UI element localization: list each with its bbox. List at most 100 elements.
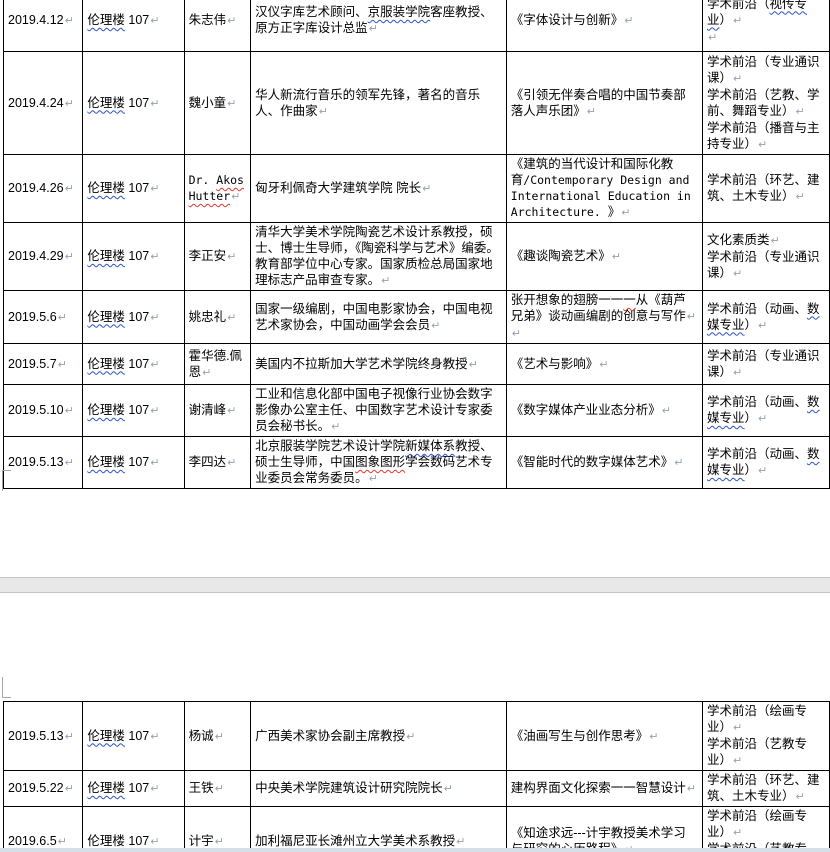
paragraph-mark-icon: ↵ xyxy=(150,250,159,263)
cell-name[interactable]: 王铁↵ xyxy=(184,771,251,807)
cell-description[interactable]: 中央美术学院建筑设计研究院院长↵ xyxy=(251,771,507,807)
cell-description[interactable]: 广西美术家协会副主席教授↵ xyxy=(251,702,507,771)
cell-description[interactable]: 汉仪字库艺术顾问、京服装学院客座教授、原方正字库设计总监↵ xyxy=(251,0,507,52)
cell-description[interactable]: 国家一级编剧，中国电影家协会，中国电视艺术家协会，中国动画学会会员↵ xyxy=(251,291,507,344)
cell-categories[interactable]: 学术前沿（绘画专业）↵学术前沿（艺教专业）↵ xyxy=(703,807,830,852)
paragraph-mark-icon: ↵ xyxy=(150,782,159,795)
cell-location[interactable]: 伦理楼 107↵ xyxy=(83,385,184,437)
cell-name[interactable]: 朱志伟↵ xyxy=(184,0,251,52)
paragraph: 学术前沿（视传专业）↵ xyxy=(707,0,825,29)
cell-name[interactable]: 谢清峰↵ xyxy=(184,385,251,437)
cell-location[interactable]: 伦理楼 107↵ xyxy=(83,52,184,155)
paragraph: 学术前沿（绘画专业）↵ xyxy=(707,808,825,841)
cell-title[interactable]: 《智能时代的数字媒体艺术》↵ xyxy=(506,437,702,489)
window-bottom-edge xyxy=(0,848,830,852)
cell-description[interactable]: 工业和信息化部中国电子视像行业协会数字影像办公室主任、中国数字艺术设计专家委员会… xyxy=(251,385,507,437)
cell-name[interactable]: 霍华德.佩恩↵ xyxy=(184,344,251,385)
paragraph-mark-icon: ↵ xyxy=(331,420,340,433)
table-row: 2019.4.24↵ 伦理楼 107↵魏小童↵华人新流行音乐的领军先锋，著名的音乐… xyxy=(4,52,830,155)
paragraph-mark-icon: ↵ xyxy=(215,730,224,743)
cell-title[interactable]: 建构界面文化探索一一智慧设计↵ xyxy=(506,771,702,807)
cell-categories[interactable]: 学术前沿（视传专业）↵↵ xyxy=(703,0,830,52)
cell-categories[interactable]: 学术前沿（专业通识课）↵ xyxy=(703,344,830,385)
cell-location[interactable]: 伦理楼 107↵ xyxy=(83,771,184,807)
cell-location[interactable]: 伦理楼 107↵ xyxy=(83,0,184,52)
cell-categories[interactable]: 文化素质类↵学术前沿（专业通识课）↵ xyxy=(703,223,830,291)
cell-categories[interactable]: 学术前沿（环艺、建筑、土木专业）↵ xyxy=(703,155,830,223)
cell-location[interactable]: 伦理楼 107↵ xyxy=(83,702,184,771)
cell-title[interactable]: 《引领无伴奏合唱的中国节奏部落人声乐团》↵ xyxy=(506,52,702,155)
text-run: ） xyxy=(720,13,733,27)
text-run: Akos xyxy=(216,173,244,187)
cell-name[interactable]: 李四达↵ xyxy=(184,437,251,489)
cell-categories[interactable]: 学术前沿（环艺、建筑、土木专业）↵ xyxy=(703,771,830,807)
cell-location[interactable]: 伦理楼 107↵ xyxy=(83,223,184,291)
paragraph-mark-icon: ↵ xyxy=(369,22,378,35)
text-run: 朱志伟 xyxy=(189,13,227,27)
cell-date[interactable]: 2019.5.6↵ xyxy=(4,291,83,344)
cell-name[interactable]: 杨诚↵ xyxy=(184,702,251,771)
cell-categories[interactable]: 学术前沿（绘画专业）↵学术前沿（艺教专业）↵ xyxy=(703,702,830,771)
paragraph: 美国内不拉斯加大学艺术学院终身教授↵ xyxy=(255,356,502,373)
text-run: 2019.5.13 xyxy=(8,729,64,743)
cell-description[interactable]: 美国内不拉斯加大学艺术学院终身教授↵ xyxy=(251,344,507,385)
cell-name[interactable]: 魏小童↵ xyxy=(184,52,251,155)
cell-name[interactable]: Dr. Akos Hutter↵ xyxy=(184,155,251,223)
cell-title[interactable]: 《数字媒体产业业态分析》↵ xyxy=(506,385,702,437)
cell-name[interactable]: 计宇↵ xyxy=(184,807,251,852)
table-row: 2019.4.26↵伦理楼 107↵Dr. Akos Hutter↵匈牙利佩奇大… xyxy=(4,155,830,223)
cell-location[interactable]: 伦理楼 107↵ xyxy=(83,291,184,344)
cell-location[interactable]: 伦理楼 107↵ xyxy=(83,437,184,489)
cell-date[interactable]: 2019.5.13↵ xyxy=(4,437,83,489)
text-run: ） xyxy=(745,463,758,477)
page-2: 2019.5.13↵伦理楼 107↵杨诚↵广西美术家协会副主席教授↵《油画写生与… xyxy=(3,701,830,852)
paragraph: 清华大学美术学院陶瓷艺术设计系教授，硕士、博士生导师，《陶瓷科学与艺术》编委。教… xyxy=(255,224,502,289)
cell-title[interactable]: 《趣谈陶瓷艺术》↵ xyxy=(506,223,702,291)
text-run: 2019.4.26 xyxy=(8,181,64,195)
text-run: 伦理楼 xyxy=(87,181,125,195)
cell-name[interactable]: 姚忠礼↵ xyxy=(184,291,251,344)
cell-description[interactable]: 清华大学美术学院陶瓷艺术设计系教授，硕士、博士生导师，《陶瓷科学与艺术》编委。教… xyxy=(251,223,507,291)
cell-date[interactable]: 2019.5.22↵ xyxy=(4,771,83,807)
paragraph-mark-icon: ↵ xyxy=(65,730,74,743)
cell-description[interactable]: 北京服装学院艺术设计学院新媒体系教授、硕士生导师，中国图象图形学会数码艺术专业委… xyxy=(251,437,507,489)
cell-date[interactable]: 2019.5.13↵ xyxy=(4,702,83,771)
cell-title[interactable]: 《艺术与影响》↵ xyxy=(506,344,702,385)
table-row: 2019.5.6↵ 伦理楼 107↵姚忠礼↵国家一级编剧，中国电影家协会，中国电视… xyxy=(4,291,830,344)
cell-date[interactable]: 2019.5.10↵ xyxy=(4,385,83,437)
paragraph: 华人新流行音乐的领军先锋，著名的音乐人、作曲家↵ xyxy=(255,87,502,120)
cell-date[interactable]: 2019.5.7↵ xyxy=(4,344,83,385)
table-row: 2019.5.13↵伦理楼 107↵杨诚↵广西美术家协会副主席教授↵《油画写生与… xyxy=(4,702,830,771)
cell-location[interactable]: 伦理楼 107↵ xyxy=(83,807,184,852)
cell-title[interactable]: 《油画写生与创作思考》↵ xyxy=(506,702,702,771)
cell-categories[interactable]: 学术前沿（动画、数媒专业）↵ xyxy=(703,385,830,437)
cell-title[interactable]: 《知途求远---计宇教授美术学习与研究的心历路程》↵ xyxy=(506,807,702,852)
cell-title[interactable]: 张开想象的翅膀一一一从《葫芦兄弟》谈动画编剧的创意与写作↵↵ xyxy=(506,291,702,344)
cell-name[interactable]: 李正安↵ xyxy=(184,223,251,291)
paragraph: 2019.5.6↵ xyxy=(8,309,78,326)
cell-categories[interactable]: 学术前沿（动画、数媒专业）↵ xyxy=(703,437,830,489)
cell-description[interactable]: 华人新流行音乐的领军先锋，著名的音乐人、作曲家↵ xyxy=(251,52,507,155)
paragraph: 2019.6.5↵ xyxy=(8,833,78,850)
cell-date[interactable]: 2019.4.12↵ xyxy=(4,0,83,52)
cell-description[interactable]: 匈牙利佩奇大学建筑学院 院长↵ xyxy=(251,155,507,223)
cell-location[interactable]: 伦理楼 107↵ xyxy=(83,344,184,385)
cell-date[interactable]: 2019.4.29↵ xyxy=(4,223,83,291)
cell-date[interactable]: 2019.4.26↵ xyxy=(4,155,83,223)
cell-title[interactable]: 《字体设计与创新》↵ xyxy=(506,0,702,52)
paragraph: 谢清峰↵ xyxy=(189,402,247,419)
cell-description[interactable]: 加利福尼亚长滩州立大学美术系教授↵ xyxy=(251,807,507,852)
text-boundary-corner-mark xyxy=(2,470,11,491)
table-row: 2019.5.10↵伦理楼 107↵ 谢清峰↵工业和信息化部中国电子视像行业协会数… xyxy=(4,385,830,437)
cell-location[interactable]: 伦理楼 107↵ xyxy=(83,155,184,223)
cell-title[interactable]: 《建筑的当代设计和国际化教育/Contemporary Design and I… xyxy=(506,155,702,223)
paragraph: 2019.4.24↵ xyxy=(8,95,78,112)
cell-date[interactable]: 2019.4.24↵ xyxy=(4,52,83,155)
cell-categories[interactable]: 学术前沿（动画、数媒专业）↵ xyxy=(703,291,830,344)
cell-date[interactable]: 2019.6.5↵ xyxy=(4,807,83,852)
cell-categories[interactable]: 学术前沿（专业通识课）↵学术前沿（艺教、学前、舞蹈专业）↵学术前沿（播音与主持专… xyxy=(703,52,830,155)
text-run: 《引领无伴奏合唱的中国节奏部落人声乐团》 xyxy=(511,88,686,118)
paragraph-mark-icon: ↵ xyxy=(227,456,236,469)
text-run: 《智能时代的数字媒体艺术》 xyxy=(511,455,674,469)
paragraph: 伦理楼 107↵ xyxy=(87,402,179,419)
